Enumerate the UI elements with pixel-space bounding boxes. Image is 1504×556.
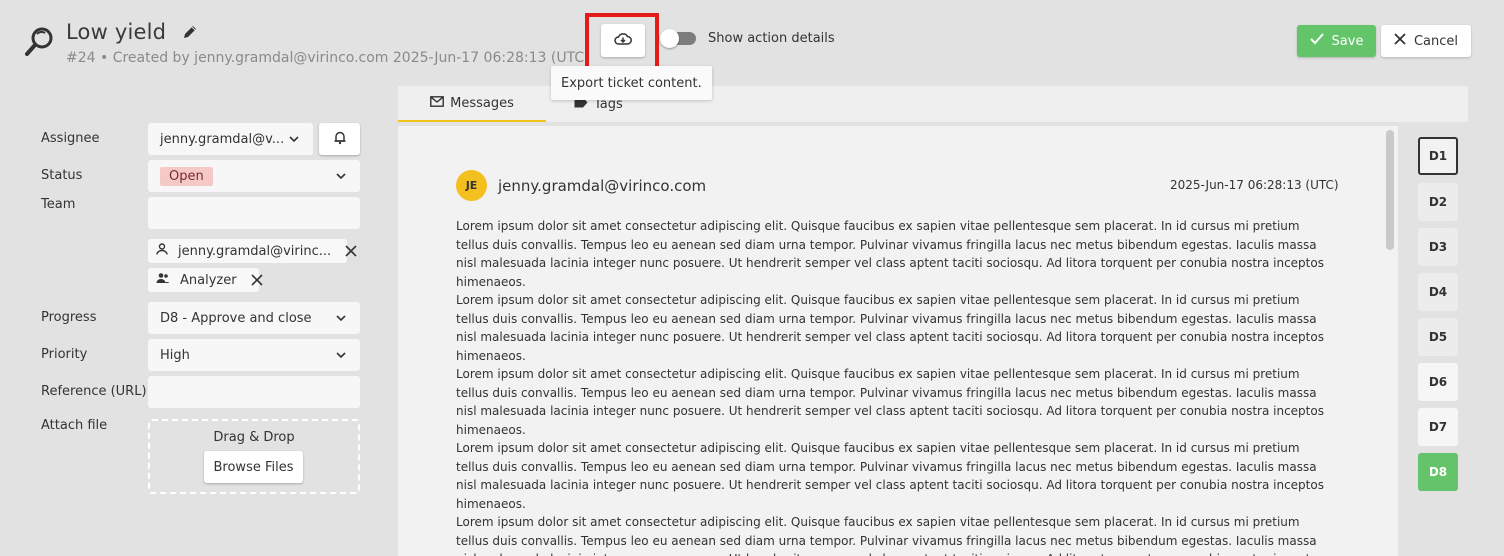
chevron-down-icon	[336, 171, 346, 181]
status-badge: Open	[160, 166, 213, 186]
avatar: JE	[456, 170, 487, 201]
cancel-label: Cancel	[1413, 33, 1459, 49]
remove-icon[interactable]	[345, 245, 357, 257]
priority-value: High	[160, 347, 190, 363]
priority-select[interactable]: High	[148, 339, 360, 371]
tab-messages[interactable]: Messages	[398, 86, 546, 122]
chevron-down-icon	[289, 134, 299, 144]
step-d4[interactable]: D4	[1418, 273, 1458, 311]
person-icon	[156, 243, 168, 259]
pencil-icon[interactable]	[182, 24, 198, 40]
message-paragraph: Lorem ipsum dolor sit amet consectetur a…	[456, 219, 1324, 289]
assignee-select[interactable]: jenny.gramdal@v...	[148, 123, 313, 155]
chevron-down-icon	[336, 313, 346, 323]
bell-icon	[333, 130, 347, 149]
mail-icon	[430, 95, 445, 111]
toggle-knob	[660, 29, 679, 48]
cancel-button[interactable]: Cancel	[1381, 25, 1471, 57]
reference-label: Reference (URL)	[41, 384, 147, 399]
notify-button[interactable]	[319, 123, 360, 155]
chip-team: Analyzer	[148, 268, 263, 292]
chip-label: jenny.gramdal@virinc...	[178, 243, 332, 259]
progress-label: Progress	[41, 310, 97, 325]
chip-user: jenny.gramdal@virinc...	[148, 239, 357, 263]
step-d7[interactable]: D7	[1418, 408, 1458, 446]
save-button[interactable]: Save	[1297, 25, 1376, 57]
team-input[interactable]	[148, 197, 360, 229]
remove-icon[interactable]	[251, 274, 263, 286]
scrollbar[interactable]	[1386, 130, 1394, 250]
message-paragraph: Lorem ipsum dolor sit amet consectetur a…	[456, 515, 1324, 556]
message-paragraph: Lorem ipsum dolor sit amet consectetur a…	[456, 441, 1324, 511]
chevron-down-icon	[336, 350, 346, 360]
step-d3[interactable]: D3	[1418, 228, 1458, 266]
message-sender: jenny.gramdal@virinco.com	[498, 177, 707, 195]
step-d5[interactable]: D5	[1418, 318, 1458, 356]
highlight-box	[585, 13, 659, 70]
reference-input[interactable]	[148, 376, 360, 408]
step-d8[interactable]: D8	[1418, 453, 1458, 491]
step-d6[interactable]: D6	[1418, 363, 1458, 401]
step-d1[interactable]: D1	[1418, 137, 1458, 175]
check-icon	[1309, 33, 1324, 49]
message-paragraph: Lorem ipsum dolor sit amet consectetur a…	[456, 367, 1324, 437]
team-label: Team	[41, 197, 76, 212]
ticket-search-icon	[22, 24, 56, 58]
drag-drop-text: Drag & Drop	[213, 430, 295, 445]
progress-select[interactable]: D8 - Approve and close	[148, 302, 360, 334]
close-icon	[1394, 33, 1406, 49]
group-icon	[156, 272, 170, 288]
page-title: Low yield	[66, 20, 167, 44]
progress-value: D8 - Approve and close	[160, 310, 312, 326]
status-label: Status	[41, 168, 83, 183]
message-timestamp: 2025-Jun-17 06:28:13 (UTC)	[1170, 178, 1339, 192]
toggle-label: Show action details	[708, 31, 835, 46]
priority-label: Priority	[41, 347, 88, 362]
chip-label: Analyzer	[180, 272, 237, 288]
step-d2[interactable]: D2	[1418, 183, 1458, 221]
action-details-toggle[interactable]	[660, 29, 696, 48]
assignee-label: Assignee	[41, 131, 100, 146]
browse-files-button[interactable]: Browse Files	[204, 451, 303, 483]
tab-messages-label: Messages	[450, 95, 514, 111]
assignee-value: jenny.gramdal@v...	[160, 131, 285, 147]
attach-label: Attach file	[41, 418, 108, 433]
message-paragraph: Lorem ipsum dolor sit amet consectetur a…	[456, 293, 1324, 363]
ticket-subtitle: #24 • Created by jenny.gramdal@virinco.c…	[66, 50, 590, 66]
status-select[interactable]: Open	[148, 160, 360, 192]
save-label: Save	[1331, 33, 1364, 49]
export-tooltip: Export ticket content.	[551, 66, 712, 100]
